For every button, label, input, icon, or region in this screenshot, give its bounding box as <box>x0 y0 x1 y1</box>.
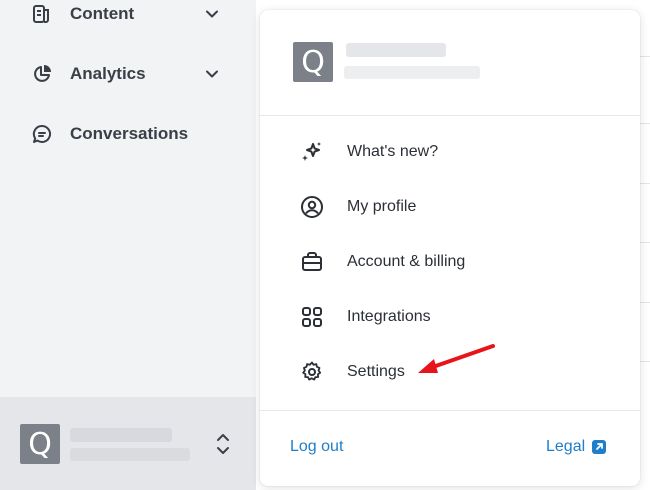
sparkles-icon <box>300 140 324 164</box>
sidebar: Content Analytics Conversations Q <box>0 0 256 490</box>
sidebar-item-label: Content <box>70 4 135 23</box>
avatar: Q <box>293 42 333 82</box>
user-circle-icon <box>300 195 324 219</box>
menu-item-label: Integrations <box>347 308 431 325</box>
chevron-down-icon[interactable] <box>203 5 221 23</box>
analytics-icon <box>31 63 53 85</box>
menu-item-my-profile[interactable]: My profile <box>260 181 640 233</box>
briefcase-icon <box>300 250 324 274</box>
annotation-arrow-icon <box>418 344 495 373</box>
divider <box>260 115 640 116</box>
menu-item-label: What's new? <box>347 143 439 160</box>
chevron-down-icon[interactable] <box>203 65 221 83</box>
redacted-name <box>70 428 172 442</box>
menu-item-integrations[interactable]: Integrations <box>260 291 640 343</box>
sidebar-item-content[interactable]: Content <box>0 0 256 36</box>
divider <box>260 410 640 411</box>
chevron-up-down-icon[interactable] <box>212 429 234 459</box>
menu-item-account-billing[interactable]: Account & billing <box>260 236 640 288</box>
sidebar-item-label: Analytics <box>70 64 146 83</box>
external-link-icon <box>591 439 607 455</box>
menu-item-label: Settings <box>347 363 405 380</box>
sidebar-item-analytics[interactable]: Analytics <box>0 52 256 96</box>
grid-icon <box>300 305 324 329</box>
avatar: Q <box>20 424 60 464</box>
sidebar-item-label: Conversations <box>70 124 189 143</box>
legal-link[interactable]: Legal <box>546 438 607 456</box>
menu-item-whats-new[interactable]: What's new? <box>260 126 640 178</box>
menu-item-label: Account & billing <box>347 253 466 270</box>
content-icon <box>31 3 53 25</box>
legal-label: Legal <box>546 438 586 455</box>
conversations-icon <box>31 123 53 145</box>
gear-icon <box>300 360 324 384</box>
redacted-name <box>346 43 446 57</box>
logout-link[interactable]: Log out <box>290 438 343 456</box>
sidebar-item-conversations[interactable]: Conversations <box>0 112 256 156</box>
redacted-email <box>344 66 480 79</box>
menu-item-label: My profile <box>347 198 417 215</box>
redacted-email <box>70 448 190 461</box>
account-menu: Q What's new? My profile Account & billi… <box>260 10 640 486</box>
